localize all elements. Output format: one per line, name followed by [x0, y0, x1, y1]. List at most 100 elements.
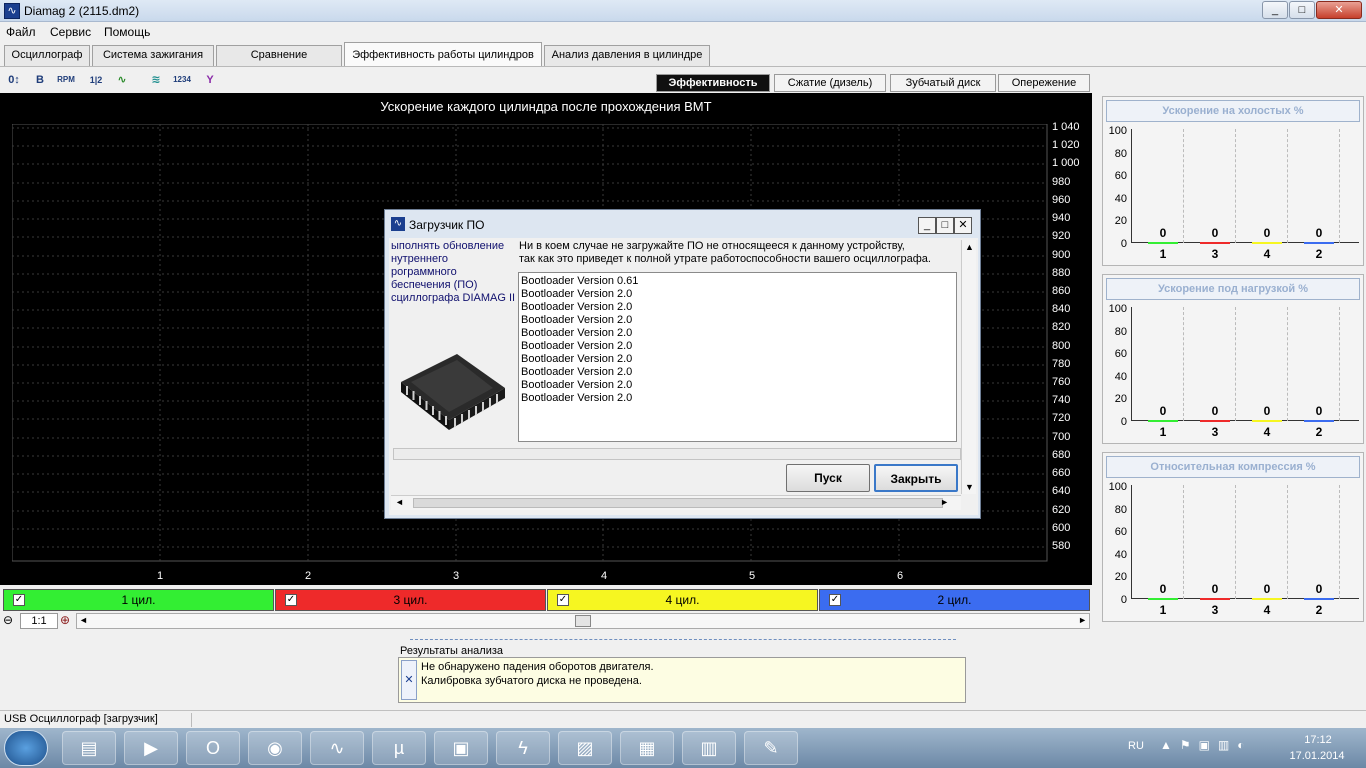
zero-scale-icon[interactable]: 0↕	[4, 71, 24, 89]
mini-value-label: 0	[1159, 582, 1167, 596]
y-tick-label: 580	[1052, 540, 1071, 552]
collapse-handle[interactable]	[410, 634, 956, 640]
scroll-right-icon[interactable]: ►	[1078, 615, 1087, 625]
checkbox-icon[interactable]: ✓	[557, 594, 569, 606]
waveform-icon[interactable]: ∿	[112, 71, 132, 89]
mini-chart-title: Ускорение под нагрузкой %	[1106, 278, 1360, 300]
media-player-icon[interactable]: ▶	[124, 731, 178, 765]
mini-x-label: 4	[1263, 603, 1271, 617]
warning-line: так как это приведет к полной утрате раб…	[519, 253, 931, 265]
menu-help[interactable]: Помощь	[104, 25, 150, 39]
bootloader-list[interactable]: Bootloader Version 0.61 Bootloader Versio…	[518, 272, 957, 442]
scroll-left-icon[interactable]: ◄	[79, 615, 88, 625]
x-tick-label: 4	[600, 570, 608, 582]
language-indicator[interactable]: RU	[1128, 740, 1144, 752]
opera-icon[interactable]: O	[186, 731, 240, 765]
dialog-minimize-button[interactable]: _	[918, 217, 936, 234]
subtab-efficiency[interactable]: Эффективность	[656, 74, 770, 92]
start-button-icon[interactable]	[4, 730, 48, 766]
save-icon[interactable]: ▣	[434, 731, 488, 765]
cylinder-1-toggle[interactable]: ✓ 1 цил.	[3, 589, 274, 611]
tab-ignition[interactable]: Система зажигания	[92, 45, 214, 66]
maximize-button[interactable]: □	[1289, 1, 1315, 19]
subtab-compression-diesel[interactable]: Сжатие (дизель)	[774, 74, 886, 92]
dialog-horizontal-scrollbar[interactable]: ◄ ►	[391, 495, 961, 510]
description-line: ыполнять обновление	[391, 240, 505, 252]
close-button[interactable]: ✕	[1316, 1, 1362, 19]
mini-y-tick: 40	[1114, 370, 1127, 383]
cylinder-1-label: 1 цил.	[121, 593, 156, 607]
tab-cylinder-efficiency[interactable]: Эффективность работы цилиндров	[344, 42, 542, 66]
filter-icon[interactable]: Y	[200, 71, 220, 89]
list-item[interactable]: Bootloader Version 2.0	[521, 392, 954, 405]
mini-y-tick: 60	[1114, 526, 1127, 538]
tab-oscilloscope[interactable]: Осциллограф	[4, 45, 90, 66]
mini-grid-line	[1235, 307, 1236, 421]
y-tick-label: 820	[1052, 321, 1071, 333]
rpm-icon[interactable]: RPM	[56, 71, 76, 89]
mini-y-tick: 40	[1114, 548, 1127, 561]
tab-cylinder-compare[interactable]: Сравнение цилиндров	[216, 45, 342, 80]
y-tick-label: 960	[1052, 194, 1071, 206]
list-item[interactable]: Bootloader Version 2.0	[521, 288, 954, 301]
checkbox-icon[interactable]: ✓	[285, 594, 297, 606]
mini-bar	[1252, 420, 1282, 422]
y-tick-label: 660	[1052, 467, 1071, 479]
subtab-advance[interactable]: Опережение	[998, 74, 1090, 92]
winrar-icon[interactable]: ▥	[682, 731, 736, 765]
clock-time[interactable]: 17:12	[1296, 734, 1340, 746]
tab-pressure-analysis[interactable]: Анализ давления в цилиндре	[544, 45, 710, 66]
list-item[interactable]: Bootloader Version 2.0	[521, 353, 954, 366]
checkbox-icon[interactable]: ✓	[13, 594, 25, 606]
numbering-icon[interactable]: 1234	[172, 71, 192, 89]
utorrent-icon[interactable]: µ	[372, 731, 426, 765]
list-item[interactable]: Bootloader Version 2.0	[521, 366, 954, 379]
scroll-thumb[interactable]	[575, 615, 591, 627]
mini-value-label: 0	[1159, 404, 1167, 418]
list-item[interactable]: Bootloader Version 2.0	[521, 314, 954, 327]
checkbox-icon[interactable]: ✓	[829, 594, 841, 606]
clock-date[interactable]: 17.01.2014	[1288, 750, 1346, 762]
lightning-icon[interactable]: ϟ	[496, 731, 550, 765]
y-tick-label: 740	[1052, 394, 1071, 406]
horizontal-scrollbar[interactable]: ◄ ►	[76, 613, 1090, 629]
mini-grid-line	[1183, 129, 1184, 243]
sensor-icon[interactable]: ≋	[146, 71, 166, 89]
mini-bar	[1200, 420, 1230, 422]
list-item[interactable]: Bootloader Version 2.0	[521, 327, 954, 340]
list-item[interactable]: Bootloader Version 0.61	[521, 275, 954, 288]
list-item[interactable]: Bootloader Version 2.0	[521, 301, 954, 314]
mini-value-label: 0	[1263, 582, 1271, 596]
zoom-in-icon[interactable]: ⊕	[60, 613, 74, 627]
bold-icon[interactable]: B	[30, 71, 50, 89]
calculator-icon[interactable]: ▦	[620, 731, 674, 765]
y-tick-label: 940	[1052, 212, 1071, 224]
subtab-toothed-disk[interactable]: Зубчатый диск	[890, 74, 996, 92]
start-button[interactable]: Пуск	[786, 464, 870, 492]
mini-chart: Ускорение на холостых % 100 80 60 40 20 0 1 0 3 0 4…	[1102, 96, 1364, 266]
folder-icon[interactable]: ▤	[62, 731, 116, 765]
cylinder-3-toggle[interactable]: ✓ 3 цил.	[275, 589, 546, 611]
dialog-vertical-scrollbar[interactable]: ▲ ▼	[961, 240, 976, 494]
list-item[interactable]: Bootloader Version 2.0	[521, 379, 954, 392]
menu-file[interactable]: Файл	[6, 25, 36, 39]
tray-icons[interactable]: ▲⚑▣▥◐	[1160, 738, 1253, 752]
mini-y-tick: 100	[1108, 481, 1127, 493]
minimize-button[interactable]: _	[1262, 1, 1288, 19]
diamag-icon[interactable]: ∿	[310, 731, 364, 765]
close-dialog-button[interactable]: Закрыть	[874, 464, 958, 492]
results-close-icon[interactable]: ✕	[401, 660, 417, 700]
dialog-close-button[interactable]: ✕	[954, 217, 972, 234]
dialog-maximize-button[interactable]: □	[936, 217, 954, 234]
results-title: Результаты анализа	[400, 645, 504, 657]
cylinder-2-toggle[interactable]: ✓ 2 цил.	[819, 589, 1090, 611]
cylinder-order-icon[interactable]: 1|2	[86, 71, 106, 89]
chrome-icon[interactable]: ◉	[248, 731, 302, 765]
zoom-out-icon[interactable]: ⊖	[3, 613, 17, 627]
mini-x-label: 1	[1159, 247, 1167, 261]
list-item[interactable]: Bootloader Version 2.0	[521, 340, 954, 353]
menu-service[interactable]: Сервис	[50, 25, 91, 39]
cylinder-4-toggle[interactable]: ✓ 4 цил.	[547, 589, 818, 611]
paint-icon[interactable]: ✎	[744, 731, 798, 765]
notes-icon[interactable]: ▨	[558, 731, 612, 765]
